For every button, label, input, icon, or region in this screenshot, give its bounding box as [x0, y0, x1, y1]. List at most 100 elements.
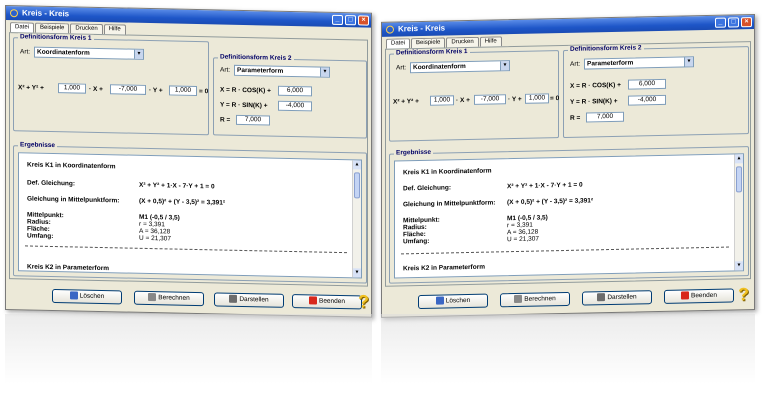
tab-drucken[interactable]: Drucken	[70, 23, 103, 35]
draw-icon	[597, 293, 606, 302]
eq-end-label: = 0	[550, 95, 560, 103]
group-label: Ergebnisse	[18, 141, 58, 150]
result-def-value: X² + Y² + 1·X - 7·Y + 1 = 0	[139, 181, 215, 191]
quit-button[interactable]: Beenden	[292, 294, 362, 310]
main-panel: Definitionsform Kreis 1 Art: Koordinaten…	[385, 41, 751, 287]
draw-button[interactable]: Darstellen	[214, 292, 284, 308]
art-select[interactable]: Koordinatenform ▼	[34, 46, 144, 60]
group-def-kreis-2: Definitionsform Kreis 2 Art: Parameterfo…	[563, 44, 749, 139]
calculator-icon	[148, 293, 157, 302]
result-heading: Kreis K1 in Koordinatenform	[403, 167, 492, 177]
tab-drucken[interactable]: Drucken	[446, 36, 479, 48]
clear-button-label: Löschen	[79, 292, 105, 301]
eq-x2y2-label: X² + Y² +	[18, 84, 44, 92]
art-label: Art:	[220, 66, 231, 74]
chevron-down-icon[interactable]: ▼	[134, 49, 143, 59]
coef-a-input[interactable]: 1,000	[58, 83, 86, 94]
app-icon	[10, 9, 18, 18]
draw-button-label: Darstellen	[607, 293, 637, 302]
chevron-down-icon[interactable]: ▼	[320, 67, 329, 77]
coef-b-input[interactable]: -7,000	[110, 84, 146, 95]
draw-button[interactable]: Darstellen	[582, 290, 652, 306]
maximize-icon[interactable]: □	[728, 17, 739, 28]
scroll-down-icon[interactable]: ▼	[353, 268, 361, 278]
group-def-kreis-2: Definitionsform Kreis 2 Art: Parameterfo…	[213, 53, 367, 139]
result-mp-value: (X + 0,5)² + (Y - 3,5)² = 3,391²	[139, 197, 226, 207]
scroll-thumb[interactable]	[736, 166, 742, 193]
art-label: Art:	[570, 60, 581, 68]
tab-hilfe[interactable]: Hilfe	[103, 24, 126, 35]
window-title: Kreis - Kreis	[22, 8, 70, 19]
separator-line	[401, 246, 729, 255]
results-text-area[interactable]: Kreis K1 in Koordinatenform Def. Gleichu…	[18, 152, 362, 279]
results-text-area[interactable]: Kreis K1 in Koordinatenform Def. Gleichu…	[394, 153, 744, 279]
x-offset-input[interactable]: 6,000	[628, 78, 666, 90]
art-select[interactable]: Parameterform ▼	[234, 64, 330, 78]
y-offset-input[interactable]: -4,000	[278, 100, 312, 112]
art-select[interactable]: Parameterform ▼	[584, 56, 694, 70]
scroll-up-icon[interactable]: ▲	[353, 160, 361, 170]
tab-beispiele[interactable]: Beispiele	[35, 22, 70, 34]
eq-x2y2-label: X² + Y² +	[393, 98, 419, 106]
result-def-value: X² + Y² + 1·X - 7·Y + 1 = 0	[507, 181, 583, 191]
draw-icon	[229, 294, 238, 304]
eq-y-label: · Y +	[508, 95, 522, 104]
coef-a-input[interactable]: 1,000	[430, 95, 454, 106]
help-icon[interactable]: ?	[358, 291, 369, 311]
chevron-down-icon[interactable]: ▼	[684, 57, 693, 67]
tab-hilfe[interactable]: Hilfe	[479, 36, 502, 47]
quit-icon	[308, 296, 317, 305]
close-icon[interactable]: ×	[358, 15, 369, 26]
minimize-icon[interactable]: _	[715, 17, 726, 28]
coef-c-input[interactable]: 1,000	[525, 93, 549, 104]
scroll-thumb[interactable]	[354, 172, 360, 199]
results-scrollbar[interactable]: ▲ ▼	[734, 154, 743, 271]
scroll-down-icon[interactable]: ▼	[735, 261, 743, 271]
x-param-label: X = R · COS(K) +	[570, 81, 621, 90]
art-select[interactable]: Koordinatenform ▼	[410, 60, 510, 74]
x-offset-input[interactable]: 6,000	[278, 85, 312, 97]
result-k2-heading: Kreis K2 in Parameterform	[27, 263, 110, 273]
art-label: Art:	[20, 48, 31, 56]
clear-button-label: Löschen	[445, 296, 471, 305]
button-bar: Löschen Berechnen Darstellen Beenden ?	[6, 279, 371, 317]
draw-button-label: Darstellen	[239, 295, 269, 304]
help-icon[interactable]: ?	[738, 284, 749, 304]
radius-input[interactable]: 7,000	[236, 114, 270, 126]
result-umfang-label: Umfang:	[27, 232, 54, 241]
group-def-kreis-1: Definitionsform Kreis 1 Art: Koordinaten…	[389, 47, 560, 142]
eq-x-label: · X +	[89, 85, 103, 94]
eq-y-label: · Y +	[149, 87, 163, 95]
quit-button-label: Beenden	[318, 297, 346, 306]
calculator-icon	[514, 295, 523, 304]
minimize-icon[interactable]: _	[332, 14, 343, 26]
results-scrollbar[interactable]: ▲ ▼	[352, 160, 361, 278]
result-def-label: Def. Gleichung:	[403, 184, 452, 193]
y-offset-input[interactable]: -4,000	[628, 94, 666, 106]
app-icon	[386, 25, 394, 34]
art-select-value: Parameterform	[237, 66, 284, 75]
quit-button[interactable]: Beenden	[664, 288, 734, 304]
group-label: Definitionsform Kreis 1	[394, 47, 470, 57]
radius-input[interactable]: 7,000	[586, 111, 624, 123]
chevron-down-icon[interactable]: ▼	[500, 61, 509, 71]
result-mp-label: Gleichung in Mittelpunktform:	[403, 199, 496, 209]
maximize-icon[interactable]: □	[345, 15, 356, 26]
clear-button[interactable]: Löschen	[418, 293, 488, 310]
calculate-button[interactable]: Berechnen	[500, 291, 570, 308]
app-window-left: Kreis - Kreis _ □ × Datei Beispiele Drucke…	[5, 5, 372, 318]
result-k2-heading: Kreis K2 in Parameterform	[403, 263, 486, 273]
window-reflection-right	[381, 314, 755, 384]
close-icon[interactable]: ×	[741, 17, 752, 28]
calculate-button[interactable]: Berechnen	[134, 290, 204, 307]
clear-button[interactable]: Löschen	[52, 288, 122, 305]
tab-datei[interactable]: Datei	[10, 22, 35, 33]
tab-datei[interactable]: Datei	[386, 38, 411, 49]
title-bar[interactable]: Kreis - Kreis _ □ ×	[382, 15, 754, 37]
scroll-up-icon[interactable]: ▲	[735, 154, 743, 164]
r-param-label: R =	[220, 116, 231, 124]
result-mp-value: (X + 0,5)² + (Y - 3,5)² = 3,391²	[507, 197, 594, 207]
coef-b-input[interactable]: -7,000	[474, 94, 506, 105]
art-select-value: Koordinatenform	[37, 48, 90, 57]
coef-c-input[interactable]: 1,000	[169, 85, 197, 97]
